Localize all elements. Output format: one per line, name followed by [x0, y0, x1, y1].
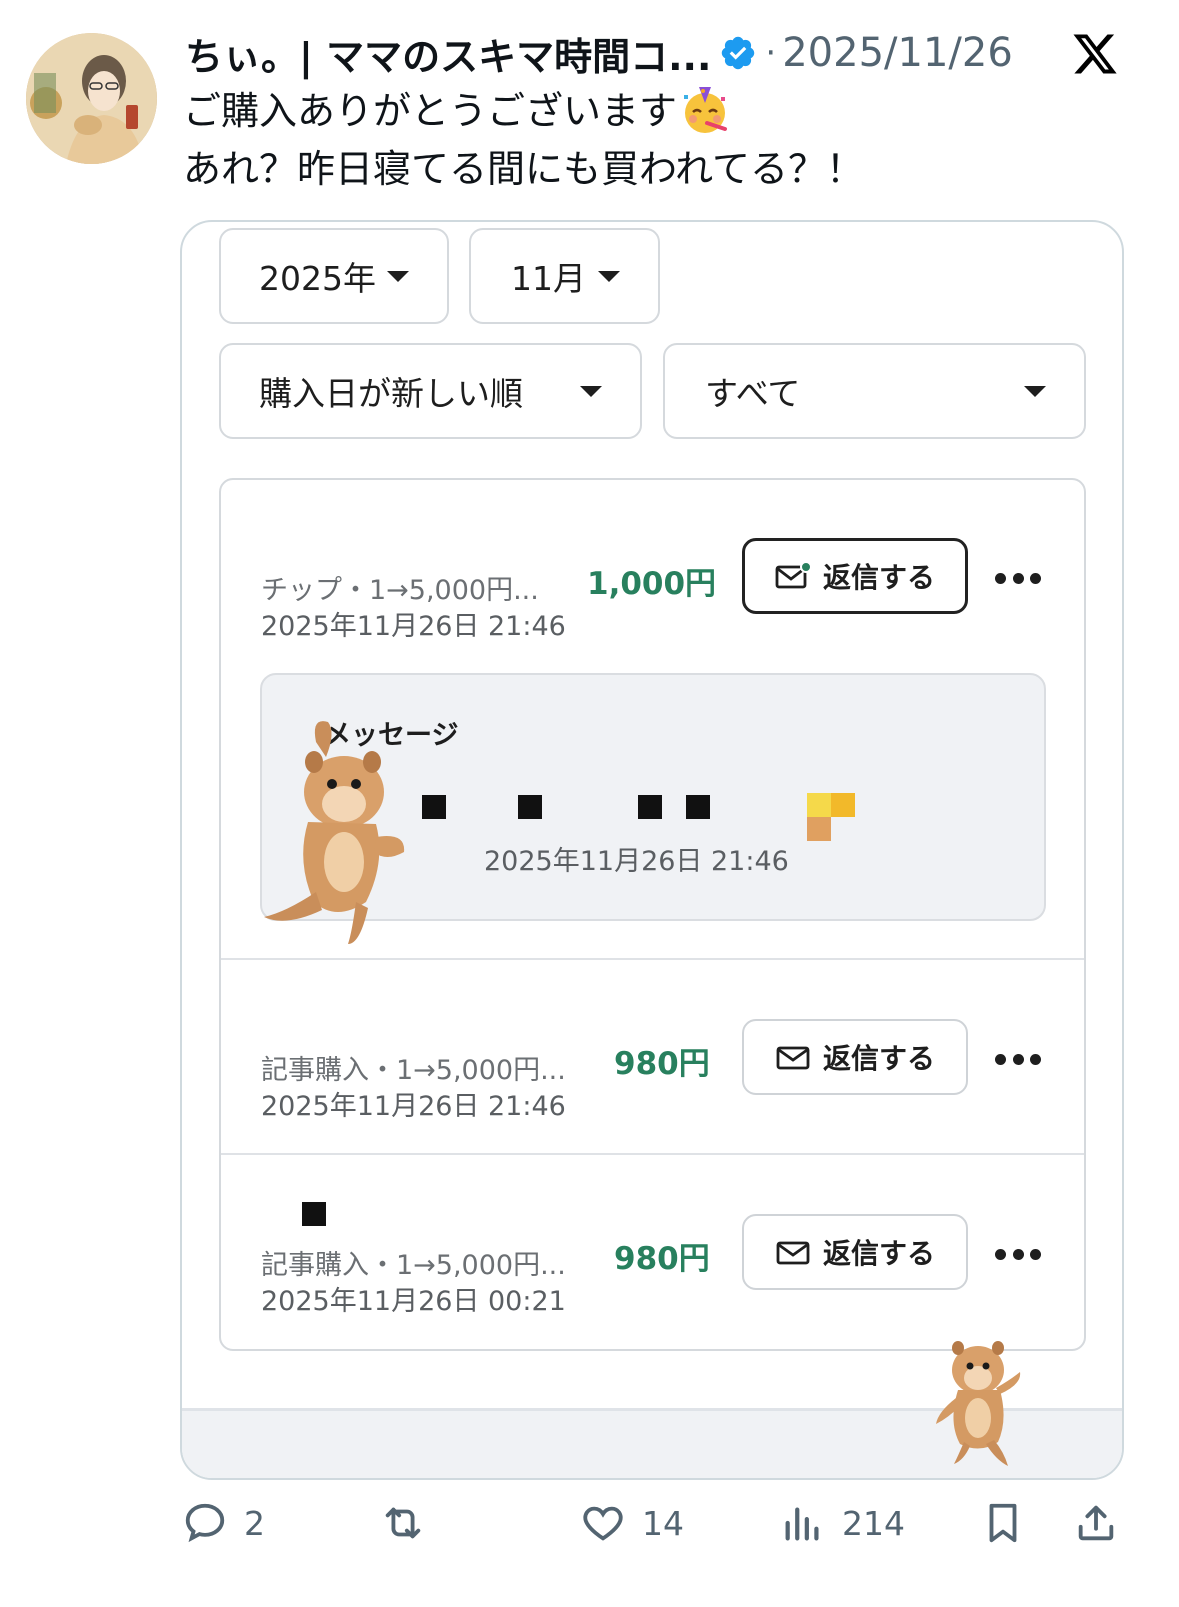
- tweet-header: ちぃ。| ママのスキマ時間コ... · 2025/11/26: [185, 24, 1085, 82]
- action-bar: 2 14 214: [0, 1500, 1179, 1560]
- retweet-icon: [385, 1507, 421, 1539]
- retweet-action[interactable]: [380, 1500, 442, 1546]
- hamster-sticker-icon: [264, 721, 405, 944]
- year-value: 2025年: [259, 259, 376, 298]
- partying-face-emoji-icon: [684, 87, 728, 133]
- type-filter-dropdown[interactable]: すべて: [663, 343, 1086, 439]
- post-text: ご購入ありがとうございます あれ？昨日寝てる間にも買われてる？！: [183, 82, 864, 198]
- analytics-icon: [785, 1507, 819, 1541]
- heart-icon: [583, 1506, 623, 1541]
- month-value: 11月: [511, 259, 586, 298]
- more-options-icon[interactable]: [995, 571, 1041, 585]
- post-date[interactable]: 2025/11/26: [782, 30, 1013, 76]
- emoji-sticker-icon: [807, 793, 855, 841]
- chevron-down-icon: [580, 385, 602, 397]
- like-count: 14: [642, 1503, 684, 1543]
- year-dropdown[interactable]: 2025年: [219, 228, 449, 324]
- verified-badge-icon[interactable]: [719, 34, 757, 72]
- mail-unread-icon: [775, 561, 811, 589]
- share-action[interactable]: [1073, 1500, 1119, 1546]
- more-options-icon[interactable]: [995, 1247, 1041, 1261]
- item-date: 2025年11月26日 21:46: [261, 611, 566, 642]
- divider: [221, 1153, 1084, 1155]
- hamster-sticker-icon: [936, 1341, 1021, 1466]
- display-name[interactable]: ちぃ。| ママのスキマ時間コ...: [185, 26, 711, 81]
- sort-value: 購入日が新しい順: [259, 374, 523, 413]
- chevron-down-icon: [1024, 385, 1046, 397]
- reply-action[interactable]: 2: [182, 1500, 265, 1546]
- month-dropdown[interactable]: 11月: [469, 228, 660, 324]
- item-description: チップ・1→5,000円...: [261, 575, 539, 606]
- type-value: すべて: [705, 374, 801, 413]
- separator: ·: [765, 33, 777, 73]
- more-options-icon[interactable]: [995, 1052, 1041, 1066]
- like-action[interactable]: 14: [580, 1500, 684, 1546]
- mail-icon: [776, 1241, 810, 1265]
- chevron-down-icon: [598, 270, 620, 282]
- message-time: 2025年11月26日 21:46: [484, 846, 789, 877]
- redaction-pixel: [518, 795, 542, 819]
- redaction-pixel: [302, 1202, 326, 1226]
- view-count: 214: [842, 1503, 905, 1543]
- reply-label: 返信する: [822, 561, 935, 594]
- avatar-illustration-icon: [26, 33, 157, 164]
- divider: [221, 958, 1084, 960]
- x-logo-icon[interactable]: [1070, 30, 1120, 78]
- mail-icon: [776, 1046, 810, 1070]
- reply-count: 2: [244, 1503, 265, 1543]
- sort-dropdown[interactable]: 購入日が新しい順: [219, 343, 642, 439]
- item-description: 記事購入・1→5,000円...: [261, 1055, 566, 1086]
- comment-icon: [185, 1503, 225, 1543]
- bookmark-action[interactable]: [980, 1500, 1026, 1546]
- reply-button[interactable]: 返信する: [742, 1019, 968, 1095]
- post-line-1: ご購入ありがとうございます: [183, 89, 678, 133]
- item-date: 2025年11月26日 21:46: [261, 1091, 566, 1122]
- tweet: ちぃ。| ママのスキマ時間コ... · 2025/11/26 ご購入ありがとうご…: [0, 0, 1179, 1607]
- item-amount: 1,000円: [587, 566, 717, 602]
- item-date: 2025年11月26日 00:21: [261, 1286, 566, 1317]
- item-description: 記事購入・1→5,000円...: [261, 1250, 566, 1281]
- reply-label: 返信する: [822, 1042, 935, 1075]
- item-amount: 980円: [614, 1046, 710, 1082]
- attached-screenshot[interactable]: 2025年 11月 購入日が新しい順 すべて チップ・1→5,000円... 2…: [180, 220, 1124, 1480]
- redaction-pixel: [422, 795, 446, 819]
- share-icon: [1078, 1505, 1114, 1541]
- redaction-pixel: [638, 795, 662, 819]
- chevron-down-icon: [387, 270, 409, 282]
- avatar[interactable]: [26, 33, 157, 164]
- reply-button[interactable]: 返信する: [742, 538, 968, 614]
- item-amount: 980円: [614, 1241, 710, 1277]
- reply-label: 返信する: [822, 1237, 935, 1270]
- views-action[interactable]: 214: [780, 1500, 905, 1546]
- post-line-2: あれ？昨日寝てる間にも買われてる？！: [183, 147, 864, 191]
- bookmark-icon: [989, 1503, 1017, 1543]
- redaction-pixel: [686, 795, 710, 819]
- reply-button[interactable]: 返信する: [742, 1214, 968, 1290]
